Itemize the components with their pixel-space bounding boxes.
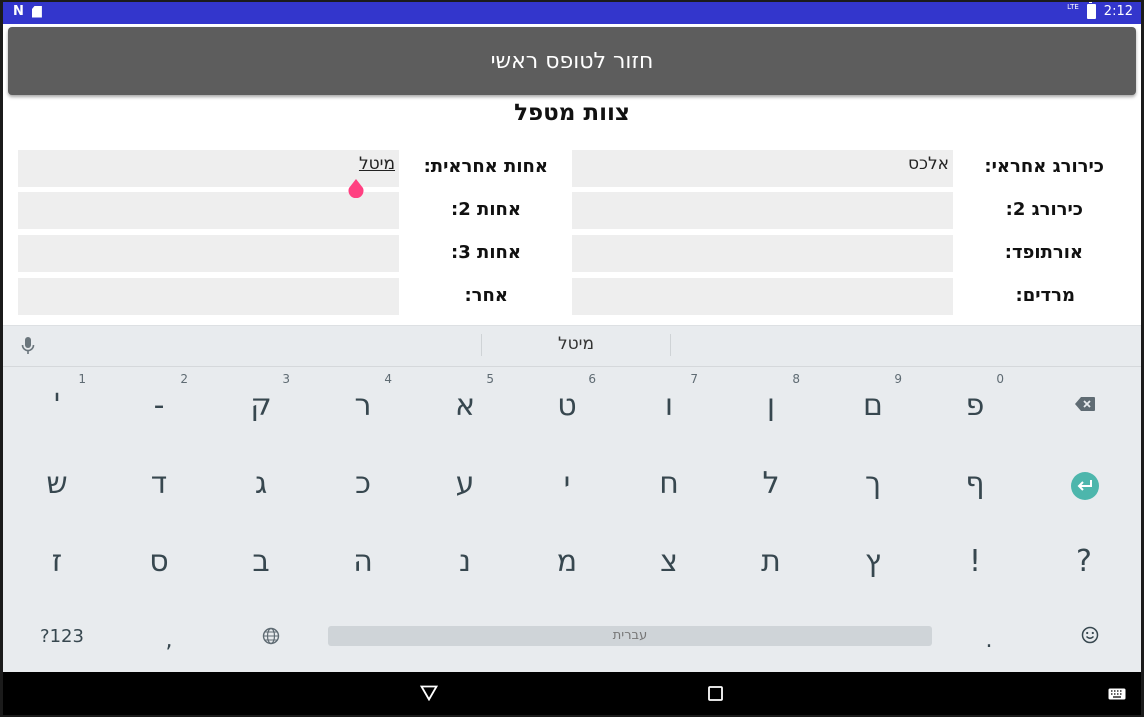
anesthesiologists-field[interactable] bbox=[572, 278, 953, 315]
battery-icon bbox=[1086, 2, 1096, 19]
key-he[interactable]: ה bbox=[312, 524, 414, 594]
page-title: צוות מטפל bbox=[514, 100, 630, 126]
notification-n-icon: N bbox=[13, 4, 24, 19]
chief-nurse-field[interactable]: מיטל bbox=[18, 150, 399, 187]
key-final-mem[interactable]: 9ם bbox=[822, 368, 924, 438]
enter-key[interactable] bbox=[1071, 472, 1099, 500]
nurse-3-field[interactable] bbox=[18, 235, 399, 272]
key-nun[interactable]: נ bbox=[414, 524, 516, 594]
navigation-bar bbox=[3, 672, 1141, 715]
back-triangle-icon[interactable] bbox=[420, 685, 438, 701]
smiley-icon bbox=[1081, 626, 1099, 644]
suggestion-strip: מיטל bbox=[3, 325, 1141, 367]
backspace-key[interactable] bbox=[1033, 368, 1135, 438]
symbols-key[interactable]: ?123 bbox=[11, 602, 113, 672]
other-field[interactable] bbox=[18, 278, 399, 315]
key-gimel[interactable]: ג bbox=[210, 446, 312, 516]
surgeon-2-field[interactable] bbox=[572, 192, 953, 229]
label-anesthesiologists: מרדים: bbox=[1015, 285, 1075, 306]
label-orthopedist: אורתופד: bbox=[1004, 242, 1083, 263]
space-key[interactable]: עברית bbox=[328, 626, 932, 646]
key-vav[interactable]: 7ו bbox=[618, 368, 720, 438]
enter-icon bbox=[1077, 480, 1092, 491]
label-chief-nurse: אחות אחראית: bbox=[423, 156, 548, 177]
key-final-pe[interactable]: ף bbox=[924, 446, 1026, 516]
key-ayin[interactable]: ע bbox=[414, 446, 516, 516]
key-dalet[interactable]: ד bbox=[108, 446, 210, 516]
key-tet[interactable]: 6ט bbox=[516, 368, 618, 438]
key-shin[interactable]: ש bbox=[6, 446, 108, 516]
text-cursor-handle[interactable] bbox=[347, 178, 365, 198]
label-chief-surgeon: כירורג אחראי: bbox=[984, 156, 1104, 177]
nurse-2-field[interactable] bbox=[18, 192, 399, 229]
emoji-key[interactable] bbox=[1040, 602, 1141, 672]
key-kaf[interactable]: כ bbox=[312, 446, 414, 516]
label-surgeon-2: כירורג 2: bbox=[1005, 199, 1083, 220]
key-tsadi[interactable]: צ bbox=[618, 524, 720, 594]
key-bet[interactable]: ב bbox=[210, 524, 312, 594]
sd-card-icon bbox=[31, 5, 42, 18]
chief-surgeon-field[interactable]: אלכס bbox=[572, 150, 953, 187]
status-bar: N LTE 2:12 bbox=[3, 2, 1141, 24]
keyboard-switch-icon[interactable] bbox=[1108, 688, 1126, 700]
orthopedist-field[interactable] bbox=[572, 235, 953, 272]
globe-icon bbox=[262, 627, 280, 645]
key-exclamation[interactable]: ! bbox=[924, 524, 1026, 594]
key-het[interactable]: ח bbox=[618, 446, 720, 516]
key-tav[interactable]: ת bbox=[720, 524, 822, 594]
key-mem[interactable]: מ bbox=[516, 524, 618, 594]
backspace-icon bbox=[1075, 397, 1095, 411]
network-type: LTE bbox=[1067, 2, 1079, 11]
key-alef[interactable]: 5א bbox=[414, 368, 516, 438]
period-key[interactable]: . bbox=[938, 602, 1040, 672]
recents-square-icon[interactable] bbox=[708, 686, 723, 701]
back-to-main-form-button[interactable]: חזור לטופס ראשי bbox=[8, 27, 1136, 95]
label-other: אחר: bbox=[464, 285, 508, 306]
label-nurse-2: אחות 2: bbox=[451, 199, 521, 220]
key-qof[interactable]: 3ק bbox=[210, 368, 312, 438]
label-nurse-3: אחות 3: bbox=[451, 242, 521, 263]
key-geresh[interactable]: 1 ' bbox=[6, 368, 108, 438]
key-yod[interactable]: י bbox=[516, 446, 618, 516]
key-final-tsadi[interactable]: ץ bbox=[822, 524, 924, 594]
microphone-icon[interactable] bbox=[21, 336, 35, 356]
clock: 2:12 bbox=[1103, 4, 1133, 19]
key-final-kaf[interactable]: ך bbox=[822, 446, 924, 516]
key-hyphen[interactable]: 2- bbox=[108, 368, 210, 438]
key-pe[interactable]: 0פ bbox=[924, 368, 1026, 438]
comma-key[interactable]: , bbox=[118, 602, 220, 672]
key-samekh[interactable]: ס bbox=[108, 524, 210, 594]
key-lamed[interactable]: ל bbox=[720, 446, 822, 516]
key-question[interactable]: ? bbox=[1033, 524, 1135, 594]
key-resh[interactable]: 4ר bbox=[312, 368, 414, 438]
key-zayin[interactable]: ז bbox=[6, 524, 108, 594]
suggestion-word[interactable]: מיטל bbox=[481, 334, 671, 356]
key-final-nun[interactable]: 8ן bbox=[720, 368, 822, 438]
language-key[interactable] bbox=[220, 602, 322, 672]
screen: N LTE 2:12 חזור לטופס ראשי צוות מטפל כיר… bbox=[3, 2, 1141, 715]
